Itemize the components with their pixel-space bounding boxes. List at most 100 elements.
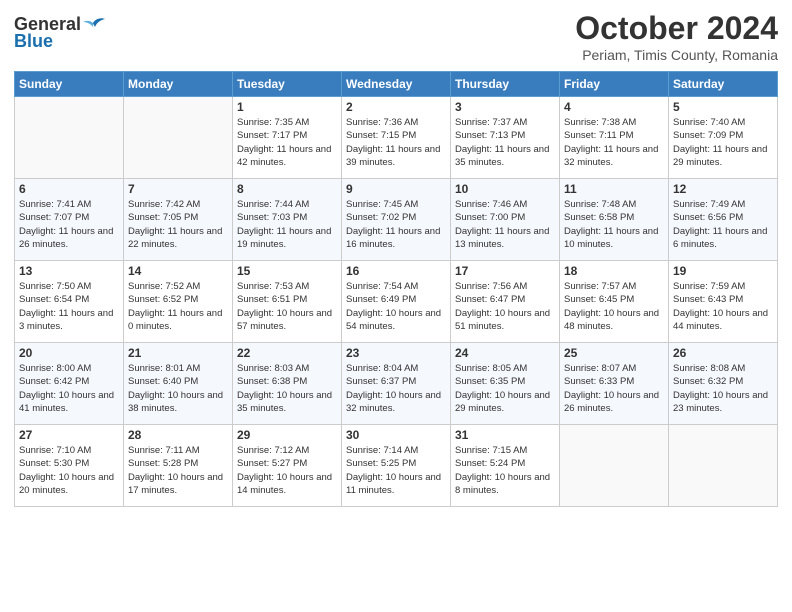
day-info: Sunrise: 7:44 AM Sunset: 7:03 PM Dayligh… (237, 198, 337, 251)
calendar-cell (560, 425, 669, 507)
day-number: 31 (455, 428, 555, 442)
day-number: 10 (455, 182, 555, 196)
day-info: Sunrise: 8:04 AM Sunset: 6:37 PM Dayligh… (346, 362, 446, 415)
day-number: 23 (346, 346, 446, 360)
day-info: Sunrise: 8:05 AM Sunset: 6:35 PM Dayligh… (455, 362, 555, 415)
day-number: 30 (346, 428, 446, 442)
logo: General Blue (14, 10, 105, 52)
day-number: 26 (673, 346, 773, 360)
calendar-cell: 19 Sunrise: 7:59 AM Sunset: 6:43 PM Dayli… (669, 261, 778, 343)
calendar-cell: 29Sunrise: 7:12 AM Sunset: 5:27 PM Dayli… (233, 425, 342, 507)
calendar-cell: 23 Sunrise: 8:04 AM Sunset: 6:37 PM Dayli… (342, 343, 451, 425)
page-title: October 2024 (575, 10, 778, 47)
calendar-cell: 3Sunrise: 7:37 AM Sunset: 7:13 PM Daylig… (451, 97, 560, 179)
day-info: Sunrise: 7:54 AM Sunset: 6:49 PM Dayligh… (346, 280, 446, 333)
day-number: 7 (128, 182, 228, 196)
day-number: 6 (19, 182, 119, 196)
day-number: 18 (564, 264, 664, 278)
calendar-week-3: 20 Sunrise: 8:00 AM Sunset: 6:42 PM Dayli… (15, 343, 778, 425)
day-info: Sunrise: 7:42 AM Sunset: 7:05 PM Dayligh… (128, 198, 228, 251)
day-info: Sunrise: 8:00 AM Sunset: 6:42 PM Dayligh… (19, 362, 119, 415)
calendar-cell: 6 Sunrise: 7:41 AM Sunset: 7:07 PM Daylig… (15, 179, 124, 261)
calendar-cell: 30 Sunrise: 7:14 AM Sunset: 5:25 PM Dayli… (342, 425, 451, 507)
day-number: 13 (19, 264, 119, 278)
calendar-cell: 5Sunrise: 7:40 AM Sunset: 7:09 PM Daylig… (669, 97, 778, 179)
calendar-cell: 15 Sunrise: 7:53 AM Sunset: 6:51 PM Dayli… (233, 261, 342, 343)
day-number: 16 (346, 264, 446, 278)
day-info: Sunrise: 7:59 AM Sunset: 6:43 PM Dayligh… (673, 280, 773, 333)
day-info: Sunrise: 7:49 AM Sunset: 6:56 PM Dayligh… (673, 198, 773, 251)
day-number: 15 (237, 264, 337, 278)
day-info: Sunrise: 7:10 AM Sunset: 5:30 PM Dayligh… (19, 444, 119, 497)
calendar-cell: 14 Sunrise: 7:52 AM Sunset: 6:52 PM Dayli… (124, 261, 233, 343)
calendar-header-monday: Monday (124, 72, 233, 97)
day-info: Sunrise: 7:41 AM Sunset: 7:07 PM Dayligh… (19, 198, 119, 251)
day-number: 20 (19, 346, 119, 360)
day-number: 17 (455, 264, 555, 278)
header: General Blue October 2024 Periam, Timis … (14, 10, 778, 63)
logo-blue-text: Blue (14, 31, 53, 52)
calendar-cell: 12 Sunrise: 7:49 AM Sunset: 6:56 PM Dayli… (669, 179, 778, 261)
calendar-cell: 27Sunrise: 7:10 AM Sunset: 5:30 PM Dayli… (15, 425, 124, 507)
calendar-cell: 20 Sunrise: 8:00 AM Sunset: 6:42 PM Dayli… (15, 343, 124, 425)
calendar-cell: 21 Sunrise: 8:01 AM Sunset: 6:40 PM Dayli… (124, 343, 233, 425)
day-info: Sunrise: 8:03 AM Sunset: 6:38 PM Dayligh… (237, 362, 337, 415)
calendar-cell: 18Sunrise: 7:57 AM Sunset: 6:45 PM Dayli… (560, 261, 669, 343)
day-info: Sunrise: 7:53 AM Sunset: 6:51 PM Dayligh… (237, 280, 337, 333)
day-number: 21 (128, 346, 228, 360)
day-number: 2 (346, 100, 446, 114)
calendar-cell (669, 425, 778, 507)
day-info: Sunrise: 7:11 AM Sunset: 5:28 PM Dayligh… (128, 444, 228, 497)
calendar-cell: 17Sunrise: 7:56 AM Sunset: 6:47 PM Dayli… (451, 261, 560, 343)
calendar-cell: 2Sunrise: 7:36 AM Sunset: 7:15 PM Daylig… (342, 97, 451, 179)
calendar-cell: 7 Sunrise: 7:42 AM Sunset: 7:05 PM Daylig… (124, 179, 233, 261)
day-info: Sunrise: 7:14 AM Sunset: 5:25 PM Dayligh… (346, 444, 446, 497)
day-number: 24 (455, 346, 555, 360)
calendar-cell: 24 Sunrise: 8:05 AM Sunset: 6:35 PM Dayli… (451, 343, 560, 425)
calendar-header-sunday: Sunday (15, 72, 124, 97)
calendar-cell (124, 97, 233, 179)
day-number: 25 (564, 346, 664, 360)
calendar-cell: 26 Sunrise: 8:08 AM Sunset: 6:32 PM Dayli… (669, 343, 778, 425)
calendar-cell: 10 Sunrise: 7:46 AM Sunset: 7:00 PM Dayli… (451, 179, 560, 261)
day-number: 1 (237, 100, 337, 114)
day-info: Sunrise: 8:01 AM Sunset: 6:40 PM Dayligh… (128, 362, 228, 415)
calendar-cell: 31 Sunrise: 7:15 AM Sunset: 5:24 PM Dayli… (451, 425, 560, 507)
day-number: 11 (564, 182, 664, 196)
day-info: Sunrise: 7:50 AM Sunset: 6:54 PM Dayligh… (19, 280, 119, 333)
day-number: 3 (455, 100, 555, 114)
day-number: 14 (128, 264, 228, 278)
day-number: 19 (673, 264, 773, 278)
calendar-header-thursday: Thursday (451, 72, 560, 97)
calendar-cell: 13 Sunrise: 7:50 AM Sunset: 6:54 PM Dayli… (15, 261, 124, 343)
calendar-cell: 8Sunrise: 7:44 AM Sunset: 7:03 PM Daylig… (233, 179, 342, 261)
day-info: Sunrise: 7:45 AM Sunset: 7:02 PM Dayligh… (346, 198, 446, 251)
calendar-cell: 28 Sunrise: 7:11 AM Sunset: 5:28 PM Dayli… (124, 425, 233, 507)
day-number: 29 (237, 428, 337, 442)
day-number: 28 (128, 428, 228, 442)
day-number: 9 (346, 182, 446, 196)
calendar-cell: 22 Sunrise: 8:03 AM Sunset: 6:38 PM Dayli… (233, 343, 342, 425)
page-subtitle: Periam, Timis County, Romania (575, 47, 778, 63)
day-info: Sunrise: 7:15 AM Sunset: 5:24 PM Dayligh… (455, 444, 555, 497)
day-number: 12 (673, 182, 773, 196)
calendar-cell: 4Sunrise: 7:38 AM Sunset: 7:11 PM Daylig… (560, 97, 669, 179)
calendar-header-row: SundayMondayTuesdayWednesdayThursdayFrid… (15, 72, 778, 97)
day-info: Sunrise: 7:48 AM Sunset: 6:58 PM Dayligh… (564, 198, 664, 251)
day-info: Sunrise: 7:52 AM Sunset: 6:52 PM Dayligh… (128, 280, 228, 333)
calendar-table: SundayMondayTuesdayWednesdayThursdayFrid… (14, 71, 778, 507)
calendar-week-1: 6 Sunrise: 7:41 AM Sunset: 7:07 PM Daylig… (15, 179, 778, 261)
calendar-header-wednesday: Wednesday (342, 72, 451, 97)
day-info: Sunrise: 7:38 AM Sunset: 7:11 PM Dayligh… (564, 116, 664, 169)
calendar-cell: 9 Sunrise: 7:45 AM Sunset: 7:02 PM Daylig… (342, 179, 451, 261)
calendar-cell (15, 97, 124, 179)
day-number: 22 (237, 346, 337, 360)
day-info: Sunrise: 7:46 AM Sunset: 7:00 PM Dayligh… (455, 198, 555, 251)
day-number: 5 (673, 100, 773, 114)
day-info: Sunrise: 8:08 AM Sunset: 6:32 PM Dayligh… (673, 362, 773, 415)
title-block: October 2024 Periam, Timis County, Roman… (575, 10, 778, 63)
calendar-cell: 1Sunrise: 7:35 AM Sunset: 7:17 PM Daylig… (233, 97, 342, 179)
calendar-header-tuesday: Tuesday (233, 72, 342, 97)
calendar-cell: 11 Sunrise: 7:48 AM Sunset: 6:58 PM Dayli… (560, 179, 669, 261)
logo-bird-icon (83, 15, 105, 35)
